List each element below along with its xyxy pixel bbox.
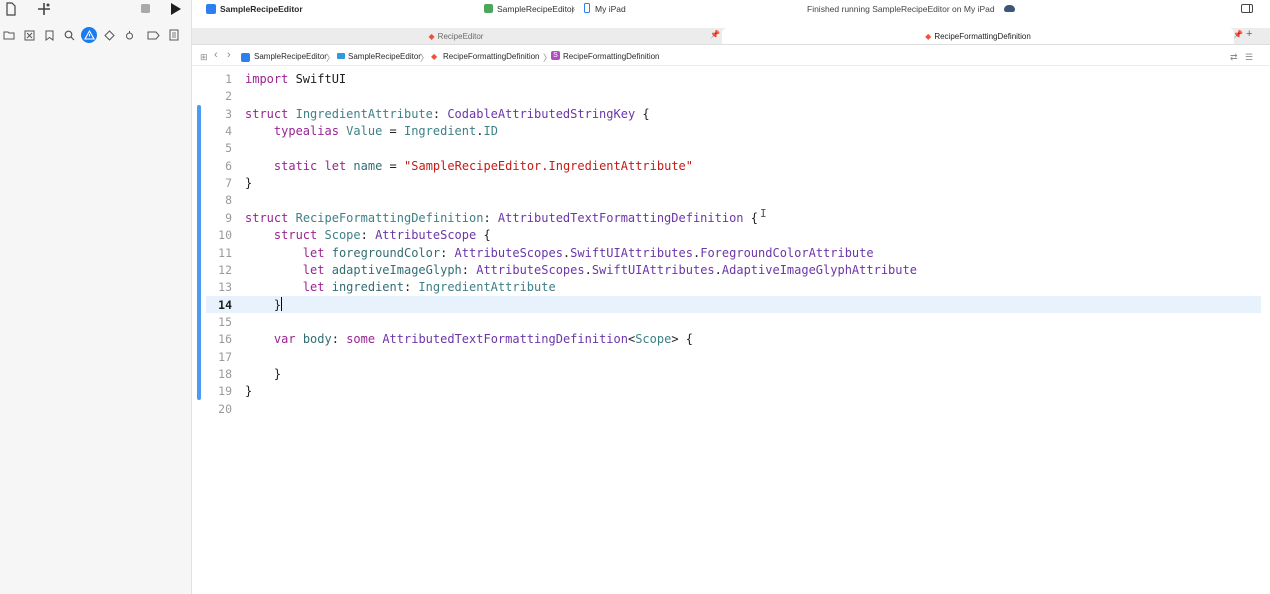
scheme-selector[interactable]: SampleRecipeEditor [497, 4, 574, 14]
line-number: 14 [218, 297, 232, 312]
refresh-icon[interactable]: ⇄ [1230, 52, 1238, 63]
text-cursor-icon: I [760, 207, 767, 220]
breadcrumb-file[interactable]: RecipeFormattingDefinition [443, 52, 540, 61]
inspector-toggle-icon[interactable] [1241, 4, 1253, 13]
line-number: 19 [218, 384, 232, 399]
navigator-sidebar [0, 0, 192, 594]
code-line[interactable]: let adaptiveImageGlyph: AttributeScopes.… [245, 262, 917, 279]
line-number: 12 [218, 262, 232, 277]
code-line[interactable]: import SwiftUI [245, 71, 346, 88]
swift-file-icon: ◆ [925, 31, 932, 41]
chevron-right-icon: 〉 [571, 5, 581, 15]
line-number: 8 [225, 193, 232, 208]
breadcrumb-group[interactable]: SampleRecipeEditor [348, 52, 421, 61]
code-line[interactable]: let foregroundColor: AttributeScopes.Swi… [245, 245, 874, 262]
add-sparkle-icon[interactable] [36, 1, 52, 17]
scheme-icon[interactable] [484, 4, 493, 13]
line-number: 4 [225, 124, 232, 139]
current-line-highlight [206, 296, 1261, 313]
code-line[interactable]: typealias Value = Ingredient.ID [245, 123, 498, 140]
code-line[interactable]: } [245, 366, 281, 383]
source-control-icon[interactable] [21, 27, 37, 43]
tab-recipe-formatting-definition[interactable]: ◆ RecipeFormattingDefinition [722, 28, 1234, 44]
code-line[interactable]: let ingredient: IngredientAttribute [245, 279, 556, 296]
stop-button[interactable] [141, 4, 150, 13]
line-number: 16 [218, 332, 232, 347]
editor-tab-bar: ◆ RecipeEditor 📌 ◆ RecipeFormattingDefin… [192, 28, 1270, 45]
folder-icon[interactable] [1, 27, 17, 43]
line-number: 13 [218, 280, 232, 295]
source-change-bar[interactable] [197, 105, 201, 400]
run-button[interactable] [171, 3, 181, 15]
bookmark-icon[interactable] [41, 27, 57, 43]
document-icon[interactable] [3, 1, 19, 17]
line-number: 18 [218, 366, 232, 381]
chevron-right-icon: 〉 [326, 53, 336, 63]
report-icon[interactable] [166, 27, 182, 43]
device-selector[interactable]: My iPad [595, 4, 626, 14]
line-number: 15 [218, 314, 232, 329]
line-number: 7 [225, 176, 232, 191]
grid-icon[interactable]: ⊞ [200, 52, 208, 63]
swift-file-icon: ◆ [428, 31, 435, 41]
pin-icon[interactable]: 📌 [1233, 30, 1243, 39]
project-title: SampleRecipeEditor [220, 4, 303, 14]
issue-warning-icon[interactable] [81, 27, 97, 43]
line-number: 5 [225, 141, 232, 156]
pin-icon[interactable]: 📌 [710, 30, 720, 39]
cloud-icon[interactable] [1004, 5, 1015, 12]
line-number: 1 [225, 72, 232, 86]
tab-recipe-editor[interactable]: ◆ RecipeEditor [192, 28, 720, 44]
toolbar [192, 0, 1270, 24]
code-line[interactable]: struct IngredientAttribute: CodableAttri… [245, 106, 650, 123]
line-number: 6 [225, 158, 232, 173]
debug-spray-icon[interactable] [121, 27, 137, 43]
back-arrow-icon[interactable]: ‹ [214, 49, 218, 61]
app-icon [206, 4, 216, 14]
window-controls-row [0, 0, 191, 24]
activity-status: Finished running SampleRecipeEditor on M… [807, 4, 995, 14]
test-diamond-icon[interactable] [101, 27, 117, 43]
breadcrumb-project[interactable]: SampleRecipeEditor [254, 52, 327, 61]
line-number: 9 [225, 210, 232, 225]
add-tab-button[interactable]: + [1246, 28, 1252, 40]
folder-icon [337, 53, 345, 59]
code-line[interactable]: } [245, 296, 283, 314]
code-line[interactable]: static let name = "SampleRecipeEditor.In… [245, 158, 693, 175]
editor-options-icon[interactable]: ☰ [1245, 52, 1253, 63]
swift-file-icon: ◆ [431, 52, 438, 61]
jump-bar: ⊞ ‹ › SampleRecipeEditor 〉 SampleRecipeE… [192, 49, 1270, 66]
line-number: 20 [218, 401, 232, 416]
code-line[interactable]: struct RecipeFormattingDefinition: Attri… [245, 210, 758, 227]
struct-badge-icon: S [551, 51, 560, 60]
forward-arrow-icon[interactable]: › [227, 49, 231, 61]
chevron-right-icon: 〉 [420, 53, 430, 63]
breadcrumb-symbol[interactable]: RecipeFormattingDefinition [563, 52, 660, 61]
line-number: 3 [225, 106, 232, 121]
line-number: 11 [218, 245, 232, 260]
code-line[interactable]: } [245, 383, 252, 400]
line-number: 17 [218, 349, 232, 364]
line-number: 2 [225, 89, 232, 104]
ipad-icon [584, 3, 590, 13]
line-number: 10 [218, 228, 232, 243]
search-icon[interactable] [61, 27, 77, 43]
code-line[interactable]: struct Scope: AttributeScope { [245, 227, 491, 244]
code-line[interactable]: var body: some AttributedTextFormattingD… [245, 331, 693, 348]
insertion-caret [281, 296, 283, 311]
tab-label: RecipeFormattingDefinition [934, 31, 1031, 41]
breakpoint-icon[interactable] [145, 27, 161, 43]
tab-label: RecipeEditor [437, 31, 484, 41]
project-icon [241, 53, 250, 62]
navigator-tab-bar [0, 27, 191, 45]
code-line[interactable]: } [245, 175, 252, 192]
